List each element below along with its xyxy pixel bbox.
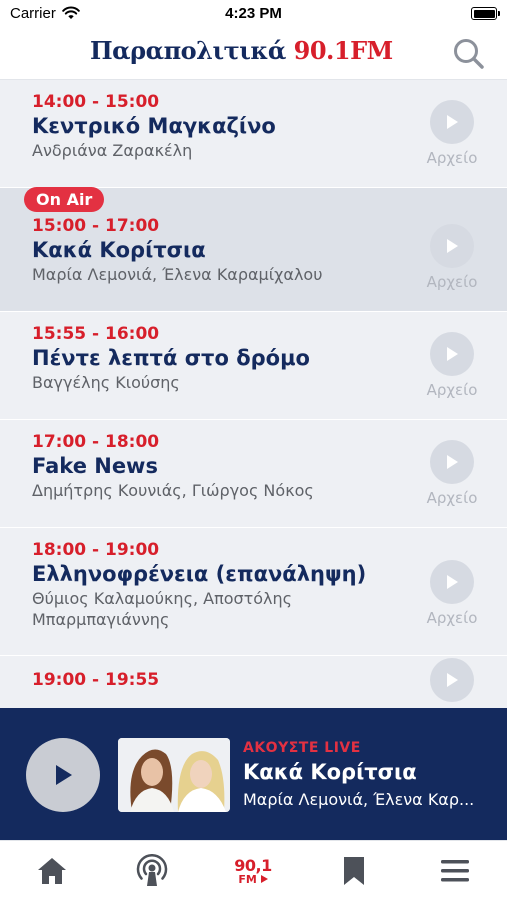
archive-play[interactable]: Αρχείο <box>423 560 481 627</box>
on-air-badge: On Air <box>24 187 105 212</box>
tab-menu[interactable] <box>425 847 485 895</box>
play-button[interactable] <box>430 658 474 702</box>
play-button[interactable] <box>430 440 474 484</box>
menu-icon <box>441 860 469 882</box>
archive-play[interactable]: Αρχείο <box>423 332 481 399</box>
brand-frequency: 90.1FM <box>293 36 394 65</box>
hosts-photo <box>118 738 230 812</box>
play-button[interactable] <box>430 224 474 268</box>
play-icon <box>447 115 458 129</box>
tab-live-radio[interactable] <box>122 847 182 895</box>
brand-name: Παραπολιτικά <box>90 36 286 65</box>
play-button[interactable] <box>430 332 474 376</box>
archive-play[interactable] <box>423 658 481 702</box>
tab-bookmarks[interactable] <box>324 847 384 895</box>
live-player: ΑΚΟΥΣΤΕ LIVE Κακά Κορίτσια Μαρία Λεμονιά… <box>0 708 507 840</box>
play-button[interactable] <box>430 560 474 604</box>
archive-label[interactable]: Αρχείο <box>423 273 481 291</box>
program-time: 18:00 - 19:00 <box>32 540 160 560</box>
search-button[interactable] <box>451 36 487 72</box>
play-button[interactable] <box>430 100 474 144</box>
play-icon <box>56 765 72 785</box>
archive-label[interactable]: Αρχείο <box>423 381 481 399</box>
logo-play-icon <box>260 874 268 883</box>
battery-icon <box>471 7 500 20</box>
archive-play[interactable]: Αρχείο <box>423 100 481 167</box>
radio-logo-icon: 90,1 <box>234 855 272 875</box>
live-play-button[interactable] <box>26 738 100 812</box>
play-icon <box>447 455 458 469</box>
schedule-list[interactable]: 14:00 - 15:00 Κεντρικό Μαγκαζίνο Ανδριάν… <box>0 80 507 708</box>
archive-label[interactable]: Αρχείο <box>423 149 481 167</box>
home-icon <box>38 858 66 884</box>
program-item[interactable]: 17:00 - 18:00 Fake News Δημήτρης Κουνιάς… <box>0 420 507 528</box>
status-bar: Carrier 4:23 PM <box>0 0 507 28</box>
program-item[interactable]: 19:00 - 19:55 <box>0 656 507 708</box>
archive-label[interactable]: Αρχείο <box>423 609 481 627</box>
live-show-hosts: Μαρία Λεμονιά, Έλενα Καρ... <box>243 790 475 809</box>
play-icon <box>447 673 458 687</box>
tab-radio-logo[interactable]: 90,1 FM <box>223 847 283 895</box>
program-item[interactable]: 14:00 - 15:00 Κεντρικό Μαγκαζίνο Ανδριάν… <box>0 80 507 188</box>
tab-home[interactable] <box>22 847 82 895</box>
program-item[interactable]: 15:55 - 16:00 Πέντε λεπτά στο δρόμο Βαγγ… <box>0 312 507 420</box>
archive-play[interactable]: Αρχείο <box>423 440 481 507</box>
program-item[interactable]: 18:00 - 19:00 Ελληνοφρένεια (επανάληψη) … <box>0 528 507 656</box>
live-label: ΑΚΟΥΣΤΕ LIVE <box>243 740 361 756</box>
app-header: Παραπολιτικά 90.1FM <box>0 28 507 80</box>
status-time: 4:23 PM <box>225 5 282 22</box>
play-icon <box>447 239 458 253</box>
play-icon <box>447 347 458 361</box>
archive-label[interactable]: Αρχείο <box>423 489 481 507</box>
radio-logo-fm: FM <box>238 874 268 885</box>
play-icon <box>447 575 458 589</box>
archive-play[interactable]: Αρχείο <box>423 224 481 291</box>
tab-bar: 90,1 FM <box>0 840 507 900</box>
show-thumbnail <box>118 738 230 812</box>
brand-logo: Παραπολιτικά 90.1FM <box>90 36 393 65</box>
search-icon <box>454 39 484 69</box>
live-show-title: Κακά Κορίτσια <box>243 760 417 784</box>
bookmark-icon <box>344 857 364 885</box>
broadcast-icon <box>136 854 168 886</box>
